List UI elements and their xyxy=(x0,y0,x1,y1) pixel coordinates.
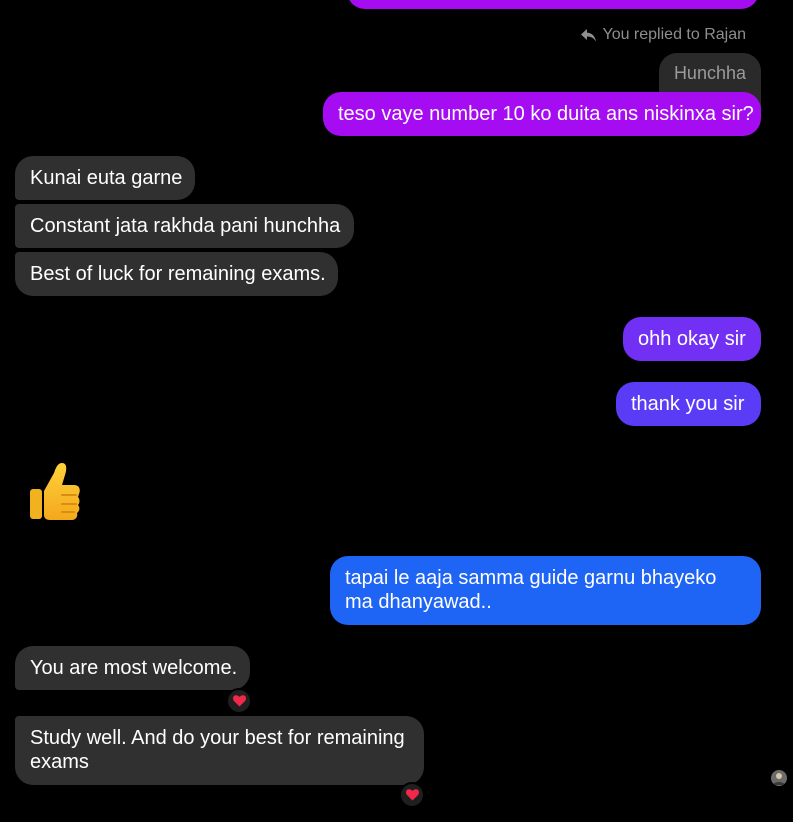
message-text: teso vaye number 10 ko duita ans niskinx… xyxy=(338,103,754,125)
message-text: Kunai euta garne xyxy=(30,167,183,189)
message-text: tapai le aaja samma guide garnu bhayeko … xyxy=(345,567,717,613)
previous-message-bubble[interactable] xyxy=(347,0,759,9)
incoming-message[interactable]: Best of luck for remaining exams. xyxy=(15,252,338,296)
outgoing-message[interactable]: teso vaye number 10 ko duita ans niskinx… xyxy=(323,92,761,136)
outgoing-message[interactable]: ohh okay sir xyxy=(623,317,761,361)
outgoing-message[interactable]: tapai le aaja samma guide garnu bhayeko … xyxy=(330,556,761,625)
incoming-message[interactable]: You are most welcome. xyxy=(15,646,250,690)
reply-icon xyxy=(581,28,597,41)
heart-icon xyxy=(405,789,419,801)
reply-context-label: You replied to Rajan xyxy=(602,26,746,43)
incoming-message[interactable]: Constant jata rakhda pani hunchha xyxy=(15,204,354,248)
heart-reaction[interactable] xyxy=(226,688,252,714)
message-text: ohh okay sir xyxy=(638,328,746,350)
heart-reaction[interactable] xyxy=(399,782,425,808)
heart-icon xyxy=(232,695,246,707)
thumbs-up-icon[interactable] xyxy=(28,461,84,523)
incoming-message[interactable]: Study well. And do your best for remaini… xyxy=(15,716,424,785)
reply-context: You replied to Rajan xyxy=(581,26,746,44)
message-text: Study well. And do your best for remaini… xyxy=(30,727,405,773)
outgoing-message[interactable]: thank you sir xyxy=(616,382,761,426)
message-text: thank you sir xyxy=(631,393,745,415)
incoming-message[interactable]: Kunai euta garne xyxy=(15,156,195,200)
seen-avatar xyxy=(771,770,787,786)
message-text: Constant jata rakhda pani hunchha xyxy=(30,215,341,237)
message-text: Best of luck for remaining exams. xyxy=(30,263,326,285)
message-text: You are most welcome. xyxy=(30,657,238,679)
